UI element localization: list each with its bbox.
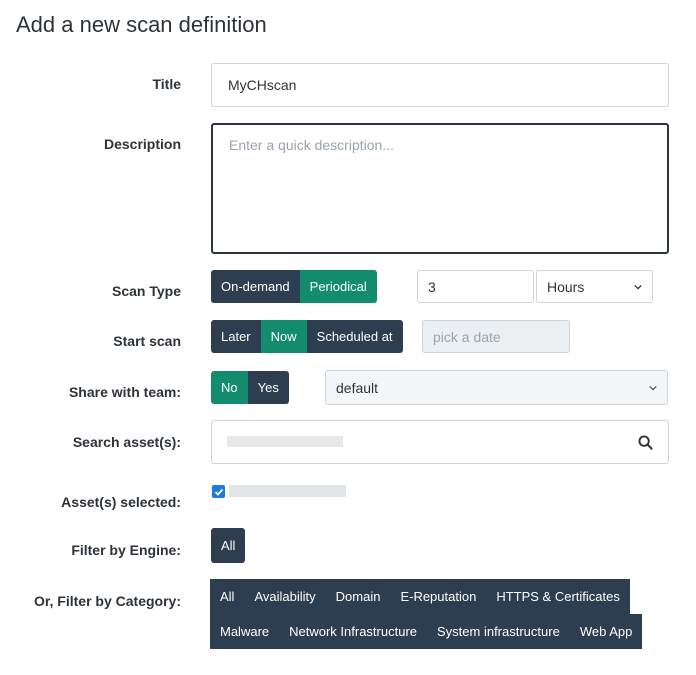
category-all-button[interactable]: All: [210, 579, 245, 614]
check-icon: [214, 488, 223, 496]
scan-type-label: Scan Type: [112, 283, 181, 299]
search-icon[interactable]: [638, 435, 653, 450]
category-https-certificates-button[interactable]: HTTPS & Certificates: [486, 579, 630, 614]
category-row-2: Malware Network Infrastructure System in…: [210, 614, 643, 649]
share-team-button-group: No Yes: [211, 371, 289, 404]
on-demand-button[interactable]: On-demand: [211, 270, 300, 303]
interval-value-input[interactable]: [417, 270, 534, 303]
later-button[interactable]: Later: [211, 320, 261, 353]
category-web-app-button[interactable]: Web App: [569, 614, 643, 649]
share-no-button[interactable]: No: [211, 371, 248, 404]
assets-selected-label: Asset(s) selected:: [61, 494, 181, 510]
scheduled-at-button[interactable]: Scheduled at: [306, 320, 403, 353]
category-malware-button[interactable]: Malware: [210, 614, 280, 649]
title-label: Title: [152, 76, 181, 92]
now-button[interactable]: Now: [260, 320, 307, 353]
redacted-selected-asset: [229, 485, 346, 497]
category-e-reputation-button[interactable]: E-Reputation: [390, 579, 487, 614]
team-value: default: [336, 379, 379, 396]
start-scan-button-group: Later Now Scheduled at: [211, 320, 403, 353]
engine-filter-row: All: [211, 528, 246, 563]
start-scan-label: Start scan: [113, 333, 181, 349]
share-team-label: Share with team:: [68, 384, 181, 400]
chevron-down-icon: [634, 284, 642, 290]
category-network-infrastructure-button[interactable]: Network Infrastructure: [279, 614, 427, 649]
periodical-button[interactable]: Periodical: [299, 270, 377, 303]
category-domain-button[interactable]: Domain: [325, 579, 391, 614]
filter-category-label: Or, Filter by Category:: [33, 593, 181, 609]
team-select[interactable]: default: [325, 370, 668, 405]
scan-type-button-group: On-demand Periodical: [211, 270, 377, 303]
redacted-asset-text: [227, 436, 343, 447]
interval-unit-select[interactable]: Hours: [536, 270, 653, 303]
search-assets-label: Search asset(s):: [72, 434, 181, 450]
engine-all-button[interactable]: All: [211, 528, 246, 563]
date-input[interactable]: [422, 320, 570, 353]
filter-engine-label: Filter by Engine:: [71, 542, 181, 558]
category-system-infrastructure-button[interactable]: System infrastructure: [427, 614, 570, 649]
interval-unit-value: Hours: [547, 278, 585, 295]
description-textarea[interactable]: [211, 123, 669, 254]
category-row-1: All Availability Domain E-Reputation HTT…: [210, 579, 630, 614]
chevron-down-icon: [649, 385, 657, 391]
title-input[interactable]: [211, 63, 669, 107]
description-label: Description: [103, 136, 181, 152]
search-assets-input[interactable]: [211, 420, 669, 464]
category-availability-button[interactable]: Availability: [244, 579, 326, 614]
share-yes-button[interactable]: Yes: [247, 371, 289, 404]
asset-checkbox[interactable]: [212, 485, 225, 498]
page-title: Add a new scan definition: [16, 12, 267, 37]
